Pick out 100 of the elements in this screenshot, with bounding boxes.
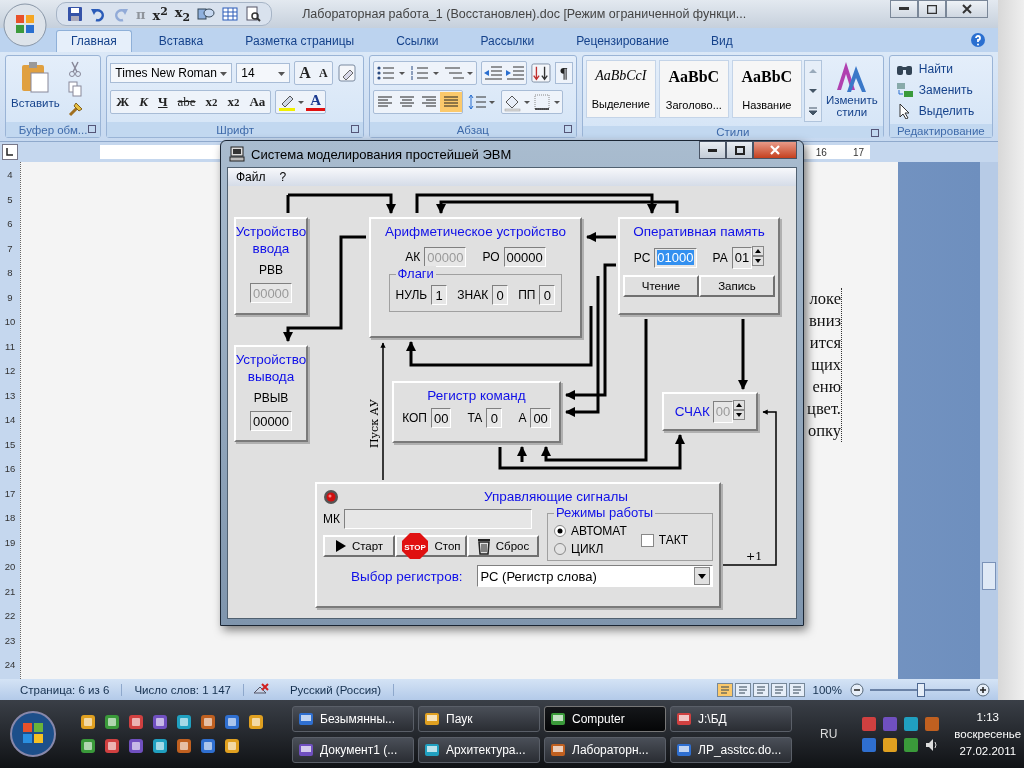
menu-item[interactable]: Файл (236, 170, 266, 184)
quick-launch-icon[interactable] (80, 714, 96, 730)
register-field[interactable]: 00 (430, 408, 452, 428)
radio-button[interactable] (554, 543, 566, 555)
mk-field[interactable] (344, 509, 532, 529)
table-icon[interactable] (222, 6, 239, 22)
scrollbar[interactable] (980, 162, 998, 679)
language-indicator[interactable]: RU (820, 727, 838, 741)
shapes-icon[interactable] (197, 6, 216, 22)
editing-button[interactable]: Найти (895, 60, 986, 78)
format-button[interactable]: Ч (153, 92, 173, 112)
taskbar-button[interactable]: Computer (544, 705, 666, 732)
clear-formatting-icon[interactable] (336, 63, 357, 83)
save-icon[interactable] (67, 6, 83, 22)
align-icon[interactable] (439, 92, 462, 112)
caret-icon[interactable] (694, 567, 710, 585)
tray-icon[interactable] (924, 715, 941, 732)
print-preview-icon[interactable] (245, 6, 262, 22)
format-button[interactable]: Ж (111, 92, 135, 112)
quick-launch-icon[interactable] (128, 714, 144, 730)
help-icon[interactable] (970, 32, 986, 48)
quick-launch-icon[interactable] (200, 738, 216, 754)
memory-button[interactable]: Чтение (623, 275, 699, 297)
view-icon[interactable] (716, 682, 733, 697)
tray-icon[interactable] (861, 715, 878, 732)
clock-day[interactable]: воскресенье (954, 728, 1022, 740)
view-icon[interactable] (770, 682, 787, 697)
clock-time[interactable]: 1:13 (976, 711, 999, 723)
dialog-launcher-icon[interactable] (870, 129, 879, 137)
quick-launch-icon[interactable] (176, 714, 192, 730)
quick-launch-icon[interactable] (224, 714, 240, 730)
flag-field[interactable]: 0 (539, 285, 556, 305)
dialog-launcher-icon[interactable] (88, 125, 97, 133)
control-button[interactable]: STOP Стоп (395, 535, 467, 557)
flag-field[interactable]: 0 (492, 285, 509, 305)
quick-launch-icon[interactable] (104, 738, 120, 754)
dialog-launcher-icon[interactable] (350, 125, 359, 133)
tray-icon[interactable] (861, 736, 878, 753)
format-button[interactable]: abe (172, 92, 201, 112)
menu-item[interactable]: ? (279, 170, 287, 184)
checkbox[interactable] (640, 533, 654, 547)
ribbon-tab[interactable]: Вставка (143, 30, 219, 52)
taskbar-button[interactable]: J:\БД (670, 705, 792, 732)
register-field[interactable]: 00 (530, 408, 551, 428)
toolbar-button[interactable]: x$^{2}$ (152, 4, 168, 24)
memory-button[interactable]: Запись (699, 275, 775, 297)
format-button[interactable]: К (134, 92, 153, 112)
ribbon-tab[interactable]: Рецензирование (561, 30, 684, 52)
checkbox-label[interactable]: ТАКТ (658, 533, 688, 547)
style-tile[interactable]: AaBbC Название (731, 60, 802, 118)
page-count[interactable]: Страница: 6 из 6 (8, 683, 123, 696)
style-tile[interactable]: AaBbCcI Выделение (585, 60, 656, 118)
taskbar-button[interactable]: ЛР_asstcc.do... (670, 736, 792, 763)
maximize-button[interactable] (726, 141, 753, 159)
style-tile[interactable]: AaBbC Заголово... (658, 60, 729, 118)
radio-label[interactable]: ЦИКЛ (571, 542, 604, 556)
taskbar-button[interactable]: Архитектура... (418, 736, 540, 763)
zoom-slider[interactable] (917, 682, 925, 697)
spinner-arrows-icon[interactable] (733, 400, 746, 420)
word-count[interactable]: Число слов: 1 147 (122, 683, 244, 696)
close-button[interactable] (753, 141, 797, 159)
grow-font-button[interactable]: A (295, 63, 315, 83)
view-icon[interactable] (788, 682, 805, 697)
zoom-in-icon[interactable] (976, 682, 990, 697)
control-button[interactable]: Сброс (467, 535, 539, 557)
quick-launch-icon[interactable] (152, 738, 168, 754)
clock-date[interactable]: 27.02.2011 (959, 745, 1017, 757)
font-family-field[interactable]: Times New Roman (110, 63, 233, 83)
view-icon[interactable] (734, 682, 751, 697)
tray-icon[interactable] (903, 736, 920, 753)
ribbon-tab[interactable]: Главная (56, 30, 132, 52)
register-select[interactable]: РС (Регистр слова) (476, 565, 713, 587)
cut-icon[interactable] (67, 61, 82, 77)
toolbar-button[interactable]: x$_{2}$ (174, 4, 191, 24)
quick-launch-icon[interactable] (248, 714, 264, 730)
show-formatting-button[interactable]: ¶ (554, 62, 573, 84)
register-field[interactable]: 00000 (503, 247, 546, 267)
quick-launch-icon[interactable] (224, 738, 240, 754)
ribbon-tab[interactable]: Ссылки (381, 30, 454, 52)
editing-button[interactable]: Выделить (895, 102, 986, 120)
tray-icon[interactable] (882, 736, 899, 753)
minimize-button[interactable] (890, 0, 918, 18)
quick-launch-icon[interactable] (200, 714, 216, 730)
minimize-button[interactable] (699, 141, 726, 159)
increase-indent-icon[interactable] (503, 63, 526, 83)
sort-icon[interactable] (530, 62, 551, 84)
taskbar-button[interactable]: Документ1 (... (292, 736, 414, 763)
tray-icon[interactable] (903, 715, 920, 732)
dialog-launcher-icon[interactable] (563, 125, 572, 133)
zoom-out-icon[interactable] (850, 682, 864, 697)
maximize-button[interactable] (918, 0, 946, 18)
format-painter-icon[interactable] (67, 101, 84, 117)
borders-icon[interactable] (531, 92, 562, 112)
flag-field[interactable]: 1 (431, 285, 448, 305)
ribbon-tab[interactable]: Рассылки (465, 30, 550, 52)
line-spacing-icon[interactable] (466, 92, 497, 112)
tab-selector-icon[interactable] (2, 144, 18, 160)
start-button[interactable] (8, 709, 58, 759)
zoom-level[interactable]: 100% (812, 683, 842, 696)
font-size-field[interactable]: 14 (236, 63, 291, 83)
